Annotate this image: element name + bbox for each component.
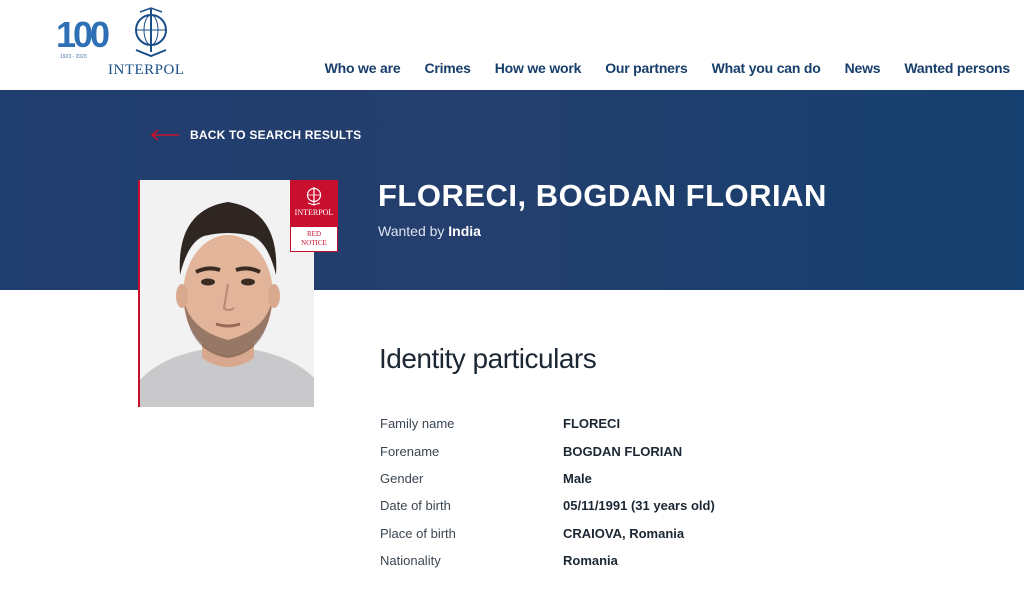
red-notice-badge: INTERPOL RED NOTICE	[290, 180, 338, 252]
identity-row-family-name: Family name FLORECI	[380, 410, 715, 437]
main-nav: Who we are Crimes How we work Our partne…	[325, 60, 1011, 76]
wanted-by: Wanted by India	[378, 223, 481, 239]
identity-row-forename: Forename BOGDAN FLORIAN	[380, 437, 715, 464]
wanted-country: India	[448, 223, 481, 239]
arrow-left-icon	[150, 129, 179, 141]
row-value: Romania	[563, 553, 618, 569]
nav-our-partners[interactable]: Our partners	[605, 60, 688, 76]
logo-number: 100	[56, 14, 110, 55]
badge-label: RED NOTICE	[291, 227, 337, 248]
person-photo	[138, 180, 314, 407]
logo-subtitle: 1923 - 2023	[60, 54, 87, 60]
identity-table: Family name FLORECI Forename BOGDAN FLOR…	[380, 410, 715, 574]
row-label: Nationality	[380, 553, 441, 569]
identity-row-place-of-birth: Place of birth CRAIOVA, Romania	[380, 520, 715, 547]
identity-title: Identity particulars	[379, 343, 597, 374]
logo-wordmark: INTERPOL	[108, 62, 185, 78]
identity-row-date-of-birth: Date of birth 05/11/1991 (31 years old)	[380, 492, 715, 519]
row-label: Place of birth	[380, 525, 456, 541]
logo-100-mark: 100	[56, 14, 110, 56]
row-value: 05/11/1991 (31 years old)	[563, 498, 715, 514]
nav-who-we-are[interactable]: Who we are	[325, 60, 401, 76]
person-name: FLORECI, BOGDAN FLORIAN	[378, 178, 827, 213]
row-value: Male	[563, 470, 592, 486]
row-label: Family name	[380, 416, 455, 432]
site-header: 100 1923 - 2023 INTERPOL Who we are Crim…	[0, 0, 1024, 90]
badge-line-2: NOTICE	[301, 239, 327, 247]
interpol-emblem-icon	[306, 187, 322, 206]
nav-news[interactable]: News	[845, 60, 881, 76]
interpol-globe-icon	[135, 7, 167, 58]
row-value: CRAIOVA, Romania	[563, 525, 685, 541]
nav-wanted-persons[interactable]: Wanted persons	[904, 60, 1010, 76]
row-label: Gender	[380, 470, 424, 486]
nav-what-you-can-do[interactable]: What you can do	[712, 60, 821, 76]
badge-top: INTERPOL	[291, 181, 337, 227]
row-label: Forename	[380, 443, 440, 459]
portrait-image	[140, 180, 314, 407]
nav-crimes[interactable]: Crimes	[424, 60, 470, 76]
badge-line-1: RED	[307, 230, 321, 238]
back-to-search-link[interactable]: BACK TO SEARCH RESULTS	[150, 128, 361, 142]
identity-row-nationality: Nationality Romania	[380, 547, 715, 574]
badge-word: INTERPOL	[294, 208, 334, 217]
wanted-prefix: Wanted by	[378, 223, 445, 239]
back-label: BACK TO SEARCH RESULTS	[190, 128, 362, 142]
row-value: BOGDAN FLORIAN	[563, 443, 683, 459]
identity-row-gender: Gender Male	[380, 465, 715, 492]
row-value: FLORECI	[563, 416, 621, 432]
row-label: Date of birth	[380, 498, 451, 514]
interpol-100-logo[interactable]: 100 1923 - 2023 INTERPOL	[56, 6, 196, 80]
nav-how-we-work[interactable]: How we work	[495, 60, 582, 76]
